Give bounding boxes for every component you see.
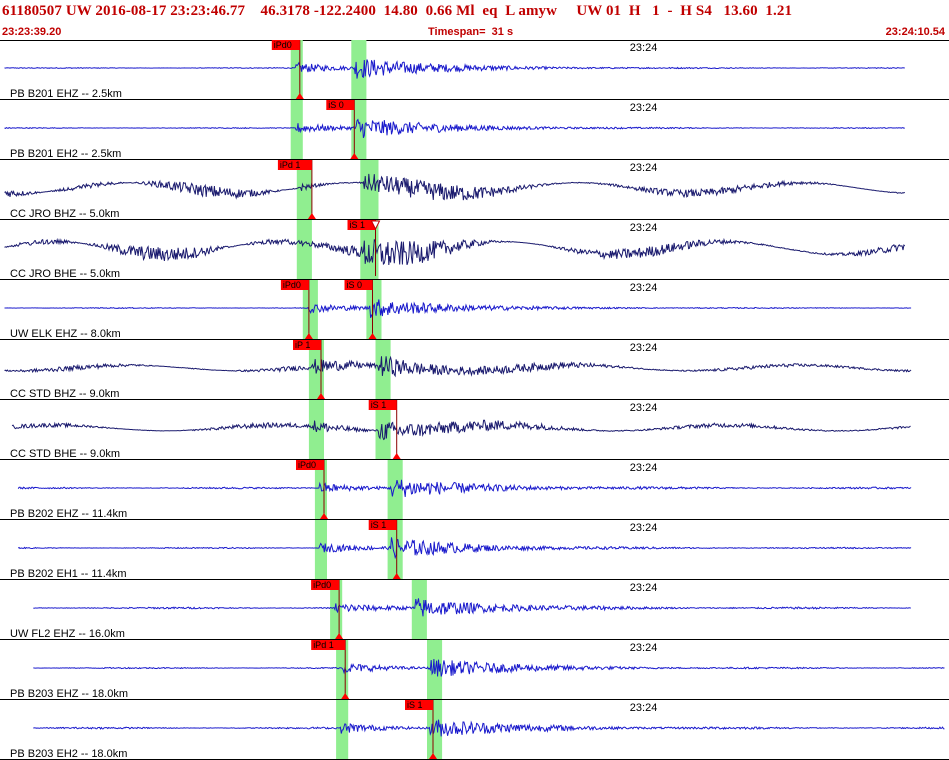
pick-label: iPd 1 bbox=[280, 160, 301, 170]
waveform-trace bbox=[4, 118, 905, 138]
channel-row: 23:24 iS 1 PB B203 EH2 -- 18.0km bbox=[0, 700, 949, 760]
pick-marker bbox=[392, 453, 401, 459]
time-tick-label: 23:24 bbox=[630, 162, 658, 174]
channel-label: PB B203 EH2 -- 18.0km bbox=[10, 748, 127, 760]
pick-window bbox=[296, 220, 312, 280]
pick-label: iS 1 bbox=[407, 700, 423, 710]
channel-row: 23:24 iPd 1 PB B203 EHZ -- 18.0km bbox=[0, 640, 949, 700]
channel-row: 23:24 iPd0 PB B201 EHZ -- 2.5km bbox=[0, 40, 949, 100]
waveform-trace bbox=[33, 658, 945, 677]
time-tick-label: 23:24 bbox=[630, 702, 658, 714]
channel-label: UW FL2 EHZ -- 16.0km bbox=[10, 628, 125, 640]
channel-label: CC STD BHE -- 9.0km bbox=[10, 448, 120, 460]
time-tick-label: 23:24 bbox=[630, 462, 658, 474]
channel-label: PB B202 EHZ -- 11.4km bbox=[10, 508, 127, 520]
seismogram-panel[interactable]: 23:24 iPd0 PB B201 EHZ -- 2.5km 23:24 iS 0 PB… bbox=[0, 40, 949, 760]
channel-label: PB B202 EH1 -- 11.4km bbox=[10, 568, 127, 580]
pick-label: iPd 1 bbox=[313, 640, 334, 650]
time-tick-label: 23:24 bbox=[630, 522, 658, 534]
waveform-trace bbox=[4, 59, 905, 79]
time-tick-label: 23:24 bbox=[630, 642, 658, 654]
record-header: 61180507 UW 2016-08-17 23:23:46.77 46.31… bbox=[0, 0, 949, 40]
channel-label: CC JRO BHZ -- 5.0km bbox=[10, 208, 119, 220]
waveform-trace bbox=[4, 173, 906, 201]
pick-label: iPd0 bbox=[283, 280, 301, 290]
channel-label: CC JRO BHE -- 5.0km bbox=[10, 268, 120, 280]
time-tick-label: 23:24 bbox=[630, 402, 658, 414]
channel-row: 23:24 iPd 1 CC JRO BHZ -- 5.0km bbox=[0, 160, 949, 220]
channel-label: PB B201 EH2 -- 2.5km bbox=[10, 148, 121, 160]
pick-window bbox=[387, 460, 403, 520]
channel-row: 23:24 iS 0 PB B201 EH2 -- 2.5km bbox=[0, 100, 949, 160]
pick-label: iPd0 bbox=[298, 460, 316, 470]
pick-label: iS 1 bbox=[350, 220, 366, 230]
channel-label: CC STD BHZ -- 9.0km bbox=[10, 388, 119, 400]
waveform-trace bbox=[17, 537, 912, 560]
time-tick-label: 23:24 bbox=[630, 102, 658, 114]
channel-row: 23:24 iP 1 CC STD BHZ -- 9.0km bbox=[0, 340, 949, 400]
channel-row: 23:24 iS 1 CC JRO BHE -- 5.0km bbox=[0, 220, 949, 280]
waveform-trace bbox=[17, 479, 912, 497]
waveform-trace bbox=[33, 719, 945, 737]
waveform-trace bbox=[4, 299, 912, 319]
pick-label: iP 1 bbox=[295, 340, 310, 350]
pick-label: iPd0 bbox=[313, 580, 331, 590]
time-tick-label: 23:24 bbox=[630, 42, 658, 54]
time-tick-label: 23:24 bbox=[630, 222, 658, 234]
channel-label: PB B203 EHZ -- 18.0km bbox=[10, 688, 128, 700]
event-summary: 61180507 UW 2016-08-17 23:23:46.77 46.31… bbox=[2, 3, 793, 19]
channel-row: 23:24 iPd0 PB B202 EHZ -- 11.4km bbox=[0, 460, 949, 520]
window-end-time: 23:24:10.54 bbox=[885, 26, 945, 38]
channel-label: UW ELK EHZ -- 8.0km bbox=[10, 328, 121, 340]
waveform-trace bbox=[4, 237, 906, 266]
channel-row: 23:24 iS 1 PB B202 EH1 -- 11.4km bbox=[0, 520, 949, 580]
pick-label: iS 1 bbox=[371, 400, 387, 410]
channel-row: 23:24 iS 1 CC STD BHE -- 9.0km bbox=[0, 400, 949, 460]
window-start-time: 23:23:39.20 bbox=[2, 26, 62, 38]
channel-label: PB B201 EHZ -- 2.5km bbox=[10, 88, 122, 100]
waveform-trace bbox=[11, 419, 911, 441]
pick-label: iS 0 bbox=[328, 100, 344, 110]
pick-label: iS 1 bbox=[371, 520, 387, 530]
time-tick-label: 23:24 bbox=[630, 282, 658, 294]
channel-row: 23:24 iPd0 iS 0 UW ELK EHZ -- 8.0km bbox=[0, 280, 949, 340]
waveform-trace bbox=[4, 355, 912, 378]
pick-label: iPd0 bbox=[274, 40, 292, 50]
waveform-trace bbox=[33, 598, 911, 617]
pick-label: iS 0 bbox=[347, 280, 363, 290]
channel-row: 23:24 iPd0 UW FL2 EHZ -- 16.0km bbox=[0, 580, 949, 640]
time-tick-label: 23:24 bbox=[630, 582, 658, 594]
timespan-label: Timespan= 31 s bbox=[428, 26, 514, 38]
pick-window bbox=[314, 520, 327, 580]
time-tick-label: 23:24 bbox=[630, 342, 658, 354]
